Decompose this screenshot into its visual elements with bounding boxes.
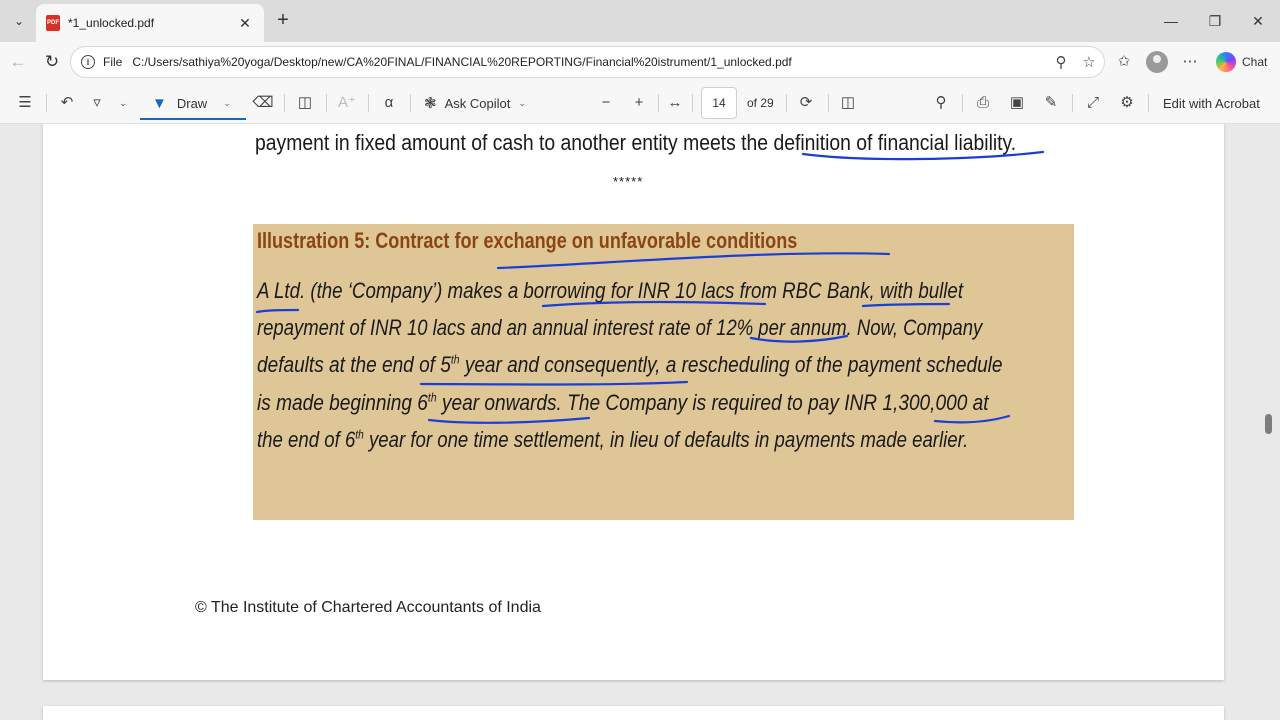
close-window-icon[interactable]: ✕: [1243, 8, 1273, 34]
page-view-icon[interactable]: ◫: [837, 92, 859, 114]
favorites-icon[interactable]: ✩: [1113, 51, 1135, 73]
illustration-text-line: defaults at the end of 5th year and cons…: [257, 352, 1003, 377]
body-text-line: payment in fixed amount of cash to anoth…: [255, 130, 1017, 155]
copilot-chat-button[interactable]: Chat: [1212, 48, 1274, 76]
print-icon[interactable]: ⎙: [972, 92, 994, 114]
zoom-icon[interactable]: ⚲: [1051, 53, 1071, 73]
file-scheme-label: File: [103, 55, 123, 69]
draw-options-chevron-icon[interactable]: ⌄: [223, 98, 231, 109]
contents-list-icon[interactable]: ☰: [14, 92, 36, 114]
edit-with-acrobat-button[interactable]: Edit with Acrobat: [1163, 96, 1260, 111]
illustration-box: Illustration 5: Contract for exchange on…: [253, 224, 1074, 520]
tab-actions-menu-icon[interactable]: ⌄: [6, 8, 32, 34]
read-aloud-icon[interactable]: A⁺: [336, 92, 358, 114]
page-number-input[interactable]: 14: [701, 87, 737, 119]
profile-avatar[interactable]: [1146, 51, 1168, 73]
url-text[interactable]: C:/Users/sathiya%20yoga/Desktop/new/CA%2…: [132, 55, 791, 69]
restore-icon[interactable]: ❐: [1200, 8, 1230, 34]
save-as-icon[interactable]: ✎: [1040, 92, 1062, 114]
pdf-toolbar: ☰ ↶ ▿ ⌄ ▼ Draw ⌄ ⌫ ◫ A⁺ α ❃ Ask Copilot …: [0, 82, 1280, 124]
pdf-next-page: [43, 706, 1224, 720]
undo-icon[interactable]: ↶: [56, 92, 78, 114]
pdf-viewer[interactable]: payment in fixed amount of cash to anoth…: [0, 124, 1280, 720]
new-tab-icon[interactable]: +: [272, 9, 294, 31]
ask-copilot-label: Ask Copilot: [444, 95, 511, 111]
save-icon[interactable]: ▣: [1006, 92, 1028, 114]
toolbar-divider: [828, 94, 829, 112]
zoom-out-icon[interactable]: −: [595, 92, 617, 114]
close-tab-icon[interactable]: ✕: [236, 15, 254, 32]
search-icon[interactable]: ⚲: [930, 92, 952, 114]
refresh-icon[interactable]: ↻: [40, 50, 64, 74]
fullscreen-icon[interactable]: ⤢: [1082, 92, 1104, 114]
eraser-icon[interactable]: ⌫: [252, 92, 274, 114]
page-total-label: of 29: [747, 96, 774, 110]
illustration-text-line: repayment of INR 10 lacs and an annual i…: [257, 315, 983, 340]
illustration-text-line: A Ltd. (the ‘Company’) makes a borrowing…: [257, 278, 964, 303]
pdf-file-icon: PDF: [46, 15, 60, 31]
copilot-outline-icon: ❃: [424, 95, 437, 112]
toolbar-divider: [284, 94, 285, 112]
toolbar-divider: [1072, 94, 1073, 112]
highlight-icon[interactable]: ▿: [86, 92, 108, 114]
favorite-star-icon[interactable]: ☆: [1079, 53, 1099, 73]
toolbar-divider: [46, 94, 47, 112]
ask-copilot-button[interactable]: ❃ Ask Copilot ⌄: [424, 92, 526, 114]
zoom-in-icon[interactable]: +: [628, 92, 650, 114]
fit-to-width-icon[interactable]: ↔: [664, 92, 686, 114]
vertical-scrollbar-thumb[interactable]: [1265, 414, 1272, 434]
draw-button[interactable]: ▼ Draw ⌄: [140, 88, 246, 120]
toolbar-divider: [962, 94, 963, 112]
copilot-icon: [1216, 52, 1236, 72]
toolbar-divider: [786, 94, 787, 112]
toolbar-divider: [658, 94, 659, 112]
back-icon[interactable]: ←: [6, 50, 30, 74]
illustration-title: Illustration 5: Contract for exchange on…: [257, 228, 798, 253]
illustration-text-line: the end of 6th year for one time settlem…: [257, 427, 969, 452]
toolbar-divider: [692, 94, 693, 112]
address-bar: ← ↻ i File C:/Users/sathiya%20yoga/Deskt…: [0, 42, 1280, 82]
site-info-icon[interactable]: i: [81, 55, 95, 69]
tab-strip: ⌄ PDF *1_unlocked.pdf ✕ + — ❐ ✕: [0, 0, 1280, 42]
url-input[interactable]: i File C:/Users/sathiya%20yoga/Desktop/n…: [70, 46, 1105, 78]
toolbar-divider: [1148, 94, 1149, 112]
add-text-icon[interactable]: ◫: [294, 92, 316, 114]
draw-pen-icon: ▼: [152, 94, 167, 112]
rotate-icon[interactable]: ⟳: [795, 92, 817, 114]
chat-label: Chat: [1242, 55, 1268, 69]
section-separator: *****: [613, 174, 644, 189]
toolbar-divider: [368, 94, 369, 112]
tab-title: *1_unlocked.pdf: [68, 16, 155, 30]
page-footer-copyright: © The Institute of Chartered Accountants…: [195, 599, 541, 616]
more-options-icon[interactable]: ⋯: [1179, 51, 1201, 73]
draw-label: Draw: [176, 95, 208, 111]
translate-icon[interactable]: α: [378, 92, 400, 114]
minimize-icon[interactable]: —: [1156, 8, 1186, 34]
settings-gear-icon[interactable]: ⚙: [1116, 92, 1138, 114]
toolbar-divider: [410, 94, 411, 112]
tab-active[interactable]: PDF *1_unlocked.pdf ✕: [36, 4, 264, 42]
ask-copilot-chevron-icon: ⌄: [518, 97, 526, 108]
illustration-text-line: is made beginning 6th year onwards. The …: [257, 390, 989, 415]
pdf-page: payment in fixed amount of cash to anoth…: [43, 124, 1224, 680]
toolbar-divider: [326, 94, 327, 112]
highlight-options-chevron-icon[interactable]: ⌄: [112, 92, 134, 114]
